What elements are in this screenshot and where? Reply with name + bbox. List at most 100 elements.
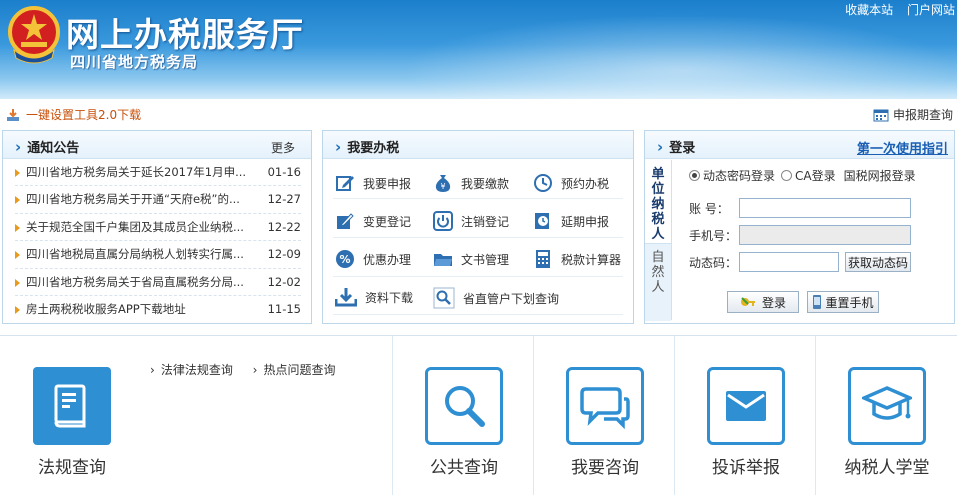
setup-tool-download-label: 一键设置工具2.0下载 xyxy=(26,108,142,122)
calendar-icon xyxy=(873,109,889,121)
tax-item-download[interactable]: 资料下载 xyxy=(335,287,435,307)
svg-text:¥: ¥ xyxy=(440,182,445,191)
tax-item-cancel-registration[interactable]: 注销登记 xyxy=(433,211,533,231)
complaint-tile[interactable] xyxy=(707,367,785,445)
law-query-cell: 法规查询 法律法规查询 热点问题查询 xyxy=(0,336,392,495)
tax-item-label: 我要缴款 xyxy=(461,176,510,191)
law-sublinks: 法律法规查询 热点问题查询 xyxy=(150,361,351,378)
complaint-label[interactable]: 投诉举报 xyxy=(697,453,795,478)
notice-item[interactable]: 四川省地方税务局关于开通“天府e税”的... 12-27 xyxy=(15,186,301,214)
quick-links-section: 法规查询 法律法规查询 热点问题查询 公共查询 我要咨询 投诉举报 纳税人学堂 xyxy=(0,335,957,495)
tax-item-label: 资料下载 xyxy=(365,290,414,305)
search-doc-icon xyxy=(433,287,455,309)
national-tax-login-link[interactable]: 国税网报登录 xyxy=(844,167,916,184)
phone-icon xyxy=(813,295,822,309)
clock-doc-icon xyxy=(535,213,549,229)
tax-item-extension[interactable]: 延期申报 xyxy=(533,211,633,231)
bullet-arrow-icon xyxy=(15,305,20,314)
login-button[interactable]: 登录 xyxy=(727,291,799,313)
complaint-cell: 投诉举报 xyxy=(674,336,815,495)
national-emblem-icon xyxy=(8,6,60,64)
tax-item-payment[interactable]: ¥ 我要缴款 xyxy=(433,173,533,193)
notice-text: 房土两税税收服务APP下载地址 xyxy=(26,301,186,316)
top-links: 收藏本站 门户网站 xyxy=(835,1,955,18)
header-glow xyxy=(380,10,957,99)
notice-item[interactable]: 四川省地方税务局关于延长2017年1月申... 01-16 xyxy=(15,159,301,187)
chat-bubbles-icon xyxy=(580,387,630,429)
law-query-tile[interactable] xyxy=(33,367,111,445)
report-period-query-link[interactable]: 申报期查询 xyxy=(873,106,953,123)
phone-row: 手机号： xyxy=(689,225,911,245)
account-label: 账 号： xyxy=(689,201,729,216)
notice-date: 12-02 xyxy=(267,274,301,289)
book-icon xyxy=(54,384,86,428)
account-row: 账 号： xyxy=(689,198,911,218)
law-query-label[interactable]: 法规查询 xyxy=(33,453,111,478)
get-code-button[interactable]: 获取动态码 xyxy=(845,252,911,272)
bullet-arrow-icon xyxy=(15,251,20,260)
login-type-tabs: 单位纳税人 自然人 xyxy=(645,161,671,321)
phone-label: 手机号： xyxy=(689,228,738,243)
notice-item[interactable]: 关于规范全国千户集团及其成员企业纳税... 12-22 xyxy=(15,214,301,242)
notice-list: 四川省地方税务局关于延长2017年1月申... 01-16 四川省地方税务局关于开… xyxy=(3,159,311,323)
dynamic-code-input[interactable] xyxy=(739,252,839,272)
public-query-label[interactable]: 公共查询 xyxy=(415,453,513,478)
notice-item[interactable]: 四川省地税局直属分局纳税人划转实行属... 12-09 xyxy=(15,241,301,269)
magnifier-icon xyxy=(445,386,485,427)
phone-input[interactable] xyxy=(739,225,911,245)
tool-row: 一键设置工具2.0下载 申报期查询 xyxy=(0,103,957,125)
calculator-icon xyxy=(536,250,550,268)
login-panel: 登录 第一次使用指引 单位纳税人 自然人 动态密码登录 CA登录 国税网报登录 … xyxy=(644,130,955,324)
login-method-row: 动态密码登录 CA登录 国税网报登录 xyxy=(689,167,916,184)
money-bag-icon: ¥ xyxy=(435,175,451,192)
notice-date: 11-15 xyxy=(267,301,301,316)
notice-title: 通知公告 xyxy=(15,137,79,156)
edit-doc-icon xyxy=(337,213,354,229)
tax-item-preferential[interactable]: % 优惠办理 xyxy=(335,249,435,269)
consult-label[interactable]: 我要咨询 xyxy=(556,453,654,478)
bullet-arrow-icon xyxy=(15,278,20,287)
bookmark-link[interactable]: 收藏本站 xyxy=(845,3,893,17)
portal-link[interactable]: 门户网站 xyxy=(907,3,955,17)
account-input[interactable] xyxy=(739,198,911,218)
hot-issue-link[interactable]: 热点问题查询 xyxy=(253,363,336,377)
tab-unit-taxpayer[interactable]: 单位纳税人 xyxy=(645,161,671,243)
notice-date: 12-09 xyxy=(267,247,301,262)
tax-item-calculator[interactable]: 税款计算器 xyxy=(533,249,633,269)
notice-item[interactable]: 房土两税税收服务APP下载地址 11-15 xyxy=(15,296,301,323)
consult-tile[interactable] xyxy=(566,367,644,445)
tab-natural-person[interactable]: 自然人 xyxy=(645,243,671,321)
public-query-tile[interactable] xyxy=(425,367,503,445)
school-label[interactable]: 纳税人学堂 xyxy=(838,453,936,478)
tax-item-appointment[interactable]: 预约办税 xyxy=(533,173,633,193)
tax-item-declare[interactable]: 我要申报 xyxy=(335,173,435,193)
key-icon xyxy=(740,297,755,306)
radio-ca[interactable] xyxy=(781,170,793,181)
envelope-icon xyxy=(726,391,766,421)
percent-icon: % xyxy=(336,250,354,268)
graduation-cap-icon xyxy=(862,386,912,420)
tax-item-transfer-query[interactable]: 省直管户下划查询 xyxy=(433,287,593,309)
site-header: 网上办税服务厅 四川省地方税务局 收藏本站 门户网站 xyxy=(0,0,957,99)
tax-item-label: 省直管户下划查询 xyxy=(463,291,560,306)
law-regulation-link[interactable]: 法律法规查询 xyxy=(150,363,233,377)
tax-title: 我要办税 xyxy=(335,137,399,156)
school-tile[interactable] xyxy=(848,367,926,445)
notice-header: 通知公告 更多 xyxy=(3,131,311,159)
radio-dynamic[interactable] xyxy=(689,170,700,181)
tax-item-label: 文书管理 xyxy=(461,252,510,267)
first-use-guide-link[interactable]: 第一次使用指引 xyxy=(857,138,948,157)
bullet-arrow-icon xyxy=(15,223,20,232)
setup-tool-download-link[interactable]: 一键设置工具2.0下载 xyxy=(6,106,141,123)
notice-more-link[interactable]: 更多 xyxy=(271,139,295,156)
tax-divider xyxy=(333,276,623,277)
reset-phone-button[interactable]: 重置手机 xyxy=(807,291,879,313)
site-subtitle: 四川省地方税务局 xyxy=(70,53,199,71)
tab-unit-taxpayer-label: 单位纳税人 xyxy=(651,167,665,242)
download-tray-icon xyxy=(7,108,19,121)
notice-item[interactable]: 四川省地方税务局关于省局直属税务分局... 12-02 xyxy=(15,269,301,296)
tax-item-documents[interactable]: 文书管理 xyxy=(433,249,533,269)
tax-item-change-registration[interactable]: 变更登记 xyxy=(335,211,435,231)
notice-panel: 通知公告 更多 四川省地方税务局关于延长2017年1月申... 01-16 四川省… xyxy=(2,130,312,324)
svg-text:%: % xyxy=(339,253,350,266)
